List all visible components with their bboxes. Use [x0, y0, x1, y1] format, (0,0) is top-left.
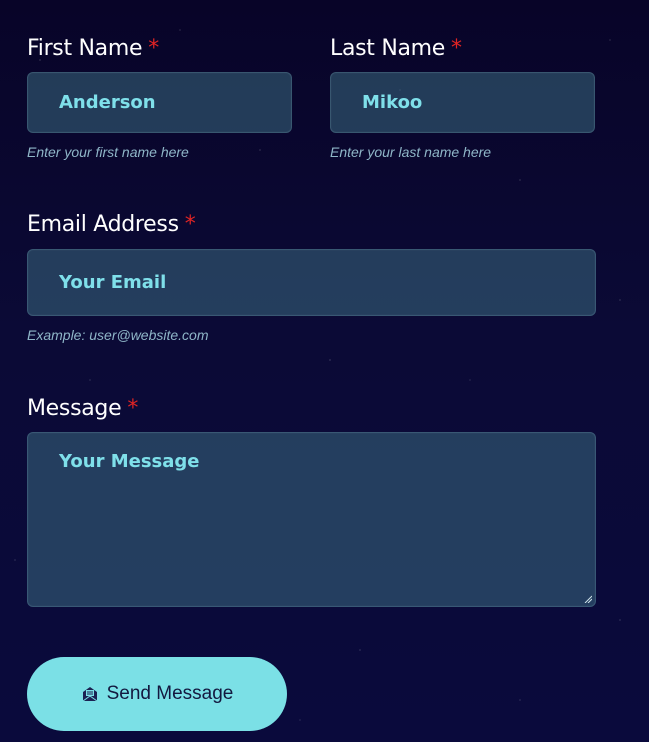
last-name-label-text: Last Name: [330, 36, 446, 61]
first-name-label: First Name *: [27, 36, 292, 62]
send-message-button[interactable]: Send Message: [27, 657, 287, 731]
last-name-hint: Enter your last name here: [330, 144, 492, 160]
first-name-hint: Enter your first name here: [27, 144, 189, 160]
last-name-input[interactable]: Mikoo: [330, 72, 595, 133]
resize-handle-icon[interactable]: [584, 595, 592, 603]
first-name-field-group: First Name * Anderson Enter your first na…: [27, 36, 292, 160]
last-name-field-group: Last Name * Mikoo Enter your last name he…: [330, 36, 595, 160]
required-mark: *: [184, 212, 196, 237]
first-name-label-text: First Name: [27, 36, 143, 61]
email-field-group: Email Address * Your Email Example: user@…: [27, 212, 596, 343]
last-name-value: Mikoo: [362, 92, 423, 113]
message-label-text: Message: [27, 396, 122, 421]
first-name-input[interactable]: Anderson: [27, 72, 292, 133]
envelope-open-icon: [82, 687, 97, 702]
email-label-text: Email Address: [27, 212, 179, 237]
message-placeholder: Your Message: [59, 451, 200, 472]
message-field-group: Message * Your Message: [27, 396, 596, 607]
email-input[interactable]: Your Email: [27, 249, 596, 316]
required-mark: *: [451, 36, 462, 61]
message-label: Message *: [27, 396, 596, 422]
required-mark: *: [148, 36, 159, 61]
message-textarea[interactable]: Your Message: [27, 432, 596, 607]
email-placeholder: Your Email: [59, 272, 167, 293]
required-mark: *: [127, 396, 139, 421]
last-name-label: Last Name *: [330, 36, 595, 62]
email-label: Email Address *: [27, 212, 596, 238]
send-message-label: Send Message: [106, 683, 234, 704]
first-name-value: Anderson: [59, 92, 156, 113]
email-hint: Example: user@website.com: [27, 327, 209, 343]
